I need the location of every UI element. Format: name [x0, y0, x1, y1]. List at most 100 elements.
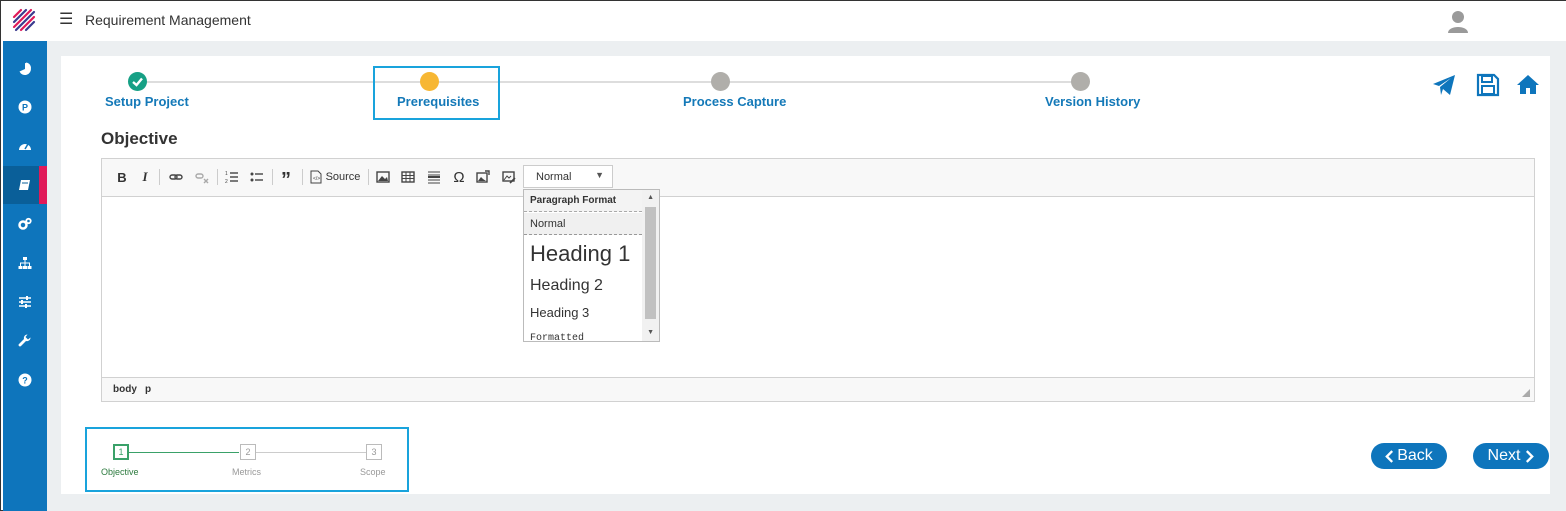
wrench-icon: [18, 334, 31, 347]
format-option-heading-1[interactable]: Heading 1: [530, 241, 630, 267]
image-edit-button[interactable]: [499, 167, 519, 187]
send-icon[interactable]: [1432, 73, 1456, 97]
pie-chart-icon: [19, 62, 32, 75]
paragraph-format-dropdown: Paragraph Format Normal Heading 1 Headin…: [523, 189, 660, 342]
sub-step-2[interactable]: 2: [240, 444, 256, 460]
sitemap-icon: [18, 257, 32, 269]
format-select-value: Normal: [536, 171, 572, 183]
editor-statusbar: body p: [102, 377, 1534, 401]
svg-text:2: 2: [225, 179, 228, 184]
numbered-list-button[interactable]: 12: [222, 167, 242, 187]
resize-grip-icon[interactable]: [1522, 389, 1530, 397]
sidebar-item-filters[interactable]: [3, 283, 47, 321]
source-label: Source: [325, 171, 361, 183]
editor-content-area[interactable]: [102, 197, 1534, 377]
numbered-list-icon: 12: [225, 171, 238, 184]
horizontal-line-icon: [428, 171, 440, 184]
scroll-down-arrow-icon[interactable]: ▼: [647, 329, 654, 336]
rich-text-editor: B I 12 ” </> Source Ω Normal ▼ body p: [101, 158, 1535, 402]
paragraph-format-select[interactable]: Normal ▼: [523, 165, 613, 188]
image-button[interactable]: [373, 167, 393, 187]
sidebar-item-tools[interactable]: [3, 322, 47, 360]
sub-stepper-line-done: [129, 452, 239, 453]
home-icon[interactable]: [1516, 73, 1540, 97]
sidebar-item-requirements[interactable]: [3, 166, 47, 204]
toolbar-separator: [302, 169, 303, 185]
hamburger-menu-icon[interactable]: ☰: [59, 12, 73, 28]
section-title: Objective: [101, 129, 178, 148]
step-label-version-history[interactable]: Version History: [1045, 94, 1140, 109]
sidebar-item-dashboard[interactable]: [3, 127, 47, 165]
dashboard-icon: [19, 143, 31, 150]
step-completed-check-icon[interactable]: [128, 72, 147, 91]
next-button[interactable]: Next: [1473, 443, 1549, 469]
save-icon[interactable]: [1476, 73, 1500, 97]
italic-button[interactable]: I: [138, 167, 152, 187]
image-edit-icon: [502, 171, 516, 184]
sub-stepper-line-pending: [256, 452, 366, 453]
app-title: Requirement Management: [85, 12, 251, 28]
embed-media-icon: [476, 170, 490, 183]
embed-media-button[interactable]: [473, 167, 493, 187]
path-body[interactable]: body: [113, 384, 137, 395]
sidebar-item-hierarchy[interactable]: [3, 244, 47, 282]
gears-icon: [18, 217, 32, 230]
table-button[interactable]: [398, 167, 418, 187]
blockquote-button[interactable]: ”: [277, 167, 295, 190]
sidebar-item-help[interactable]: ?: [3, 361, 47, 399]
svg-text:</>: </>: [313, 176, 320, 182]
unlink-button[interactable]: [192, 167, 212, 187]
bold-button[interactable]: B: [114, 167, 130, 187]
step-label-setup-project[interactable]: Setup Project: [105, 94, 189, 109]
format-option-formatted[interactable]: Formatted: [530, 333, 584, 341]
toolbar-separator: [272, 169, 273, 185]
book-icon: [19, 180, 30, 190]
sub-step-label-metrics[interactable]: Metrics: [232, 467, 261, 477]
sidebar-item-analytics[interactable]: [3, 50, 47, 88]
sub-step-label-scope[interactable]: Scope: [360, 467, 386, 477]
bulleted-list-button[interactable]: [247, 167, 267, 187]
svg-text:?: ?: [22, 376, 28, 386]
toolbar-separator: [217, 169, 218, 185]
stepper-track: [138, 81, 1081, 83]
svg-text:P: P: [22, 103, 28, 113]
user-avatar-icon[interactable]: [1447, 9, 1469, 33]
format-option-heading-2[interactable]: Heading 2: [530, 277, 603, 295]
image-icon: [376, 171, 390, 183]
unlink-icon: [195, 173, 209, 184]
scroll-up-arrow-icon[interactable]: ▲: [647, 194, 654, 201]
dropdown-scrollbar[interactable]: ▲ ▼: [642, 190, 659, 341]
prerequisites-highlight: [373, 66, 500, 120]
sub-step-1[interactable]: 1: [113, 444, 129, 460]
svg-text:1: 1: [225, 171, 228, 177]
back-button[interactable]: Back: [1371, 443, 1447, 469]
bulleted-list-icon: [250, 172, 263, 182]
dropdown-header: Paragraph Format: [524, 190, 642, 212]
help-icon: ?: [18, 373, 32, 387]
app-logo-icon[interactable]: [11, 7, 37, 33]
editor-toolbar: B I 12 ” </> Source Ω Normal ▼: [102, 159, 1534, 197]
sub-step-label-objective[interactable]: Objective: [101, 467, 139, 477]
sidebar: P ?: [3, 41, 47, 511]
format-option-heading-3[interactable]: Heading 3: [530, 305, 589, 320]
sidebar-item-projects[interactable]: P: [3, 88, 47, 126]
sub-step-3[interactable]: 3: [366, 444, 382, 460]
horizontal-line-button[interactable]: [424, 167, 444, 187]
toolbar-separator: [368, 169, 369, 185]
table-icon: [401, 171, 415, 183]
top-bar: ☰ Requirement Management: [1, 1, 1566, 41]
source-button[interactable]: </> Source: [308, 167, 362, 187]
format-option-normal[interactable]: Normal: [530, 218, 565, 230]
p-circle-icon: P: [18, 100, 32, 114]
step-pending-dot[interactable]: [1071, 72, 1090, 91]
special-character-button[interactable]: Ω: [450, 167, 468, 187]
link-button[interactable]: [166, 167, 186, 187]
next-button-label: Next: [1487, 447, 1521, 464]
sidebar-item-settings[interactable]: [3, 205, 47, 243]
scrollbar-thumb[interactable]: [645, 207, 656, 319]
link-icon: [169, 174, 183, 180]
step-label-process-capture[interactable]: Process Capture: [683, 94, 786, 109]
path-p[interactable]: p: [145, 384, 151, 395]
step-pending-dot[interactable]: [711, 72, 730, 91]
chevron-left-icon: [1385, 449, 1394, 463]
